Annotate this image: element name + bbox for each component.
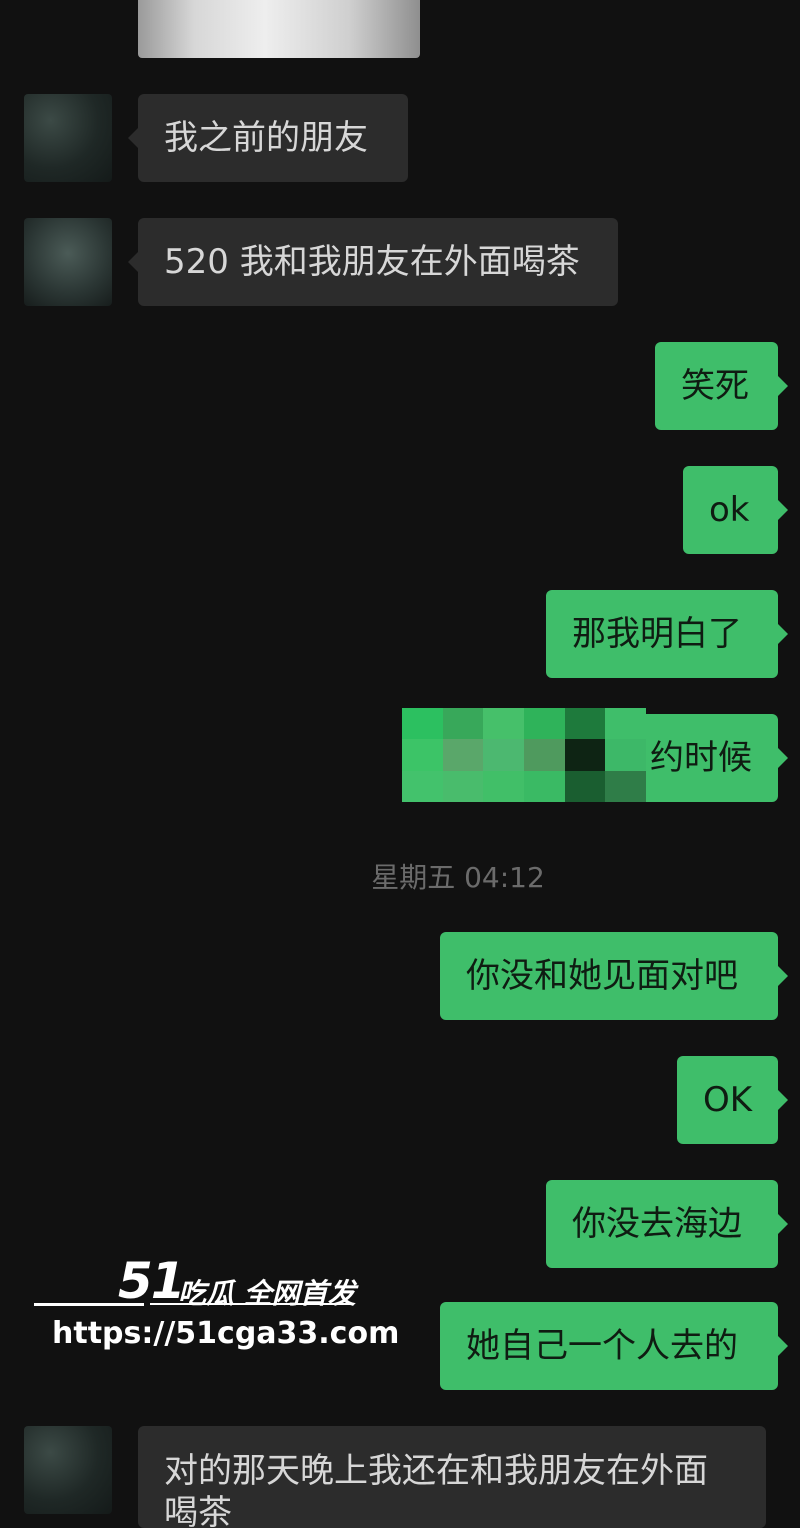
outgoing-message[interactable]: 你没和她见面对吧 (440, 932, 788, 1020)
shared-photo[interactable] (138, 0, 420, 58)
message-text: 她自己一个人去的 (466, 1326, 738, 1366)
contact-avatar[interactable] (24, 218, 112, 306)
outgoing-message[interactable]: 她自己一个人去的 (440, 1302, 788, 1390)
outgoing-message[interactable]: 笑死 (655, 342, 788, 430)
message-text: 那我明白了 (572, 614, 742, 654)
message-text: 约时候 (650, 738, 752, 778)
message-text: 笑死 (681, 366, 749, 406)
message-text: OK (703, 1080, 753, 1120)
message-text: 对的那天晚上我还在和我朋友在外面喝茶 (164, 1451, 708, 1528)
contact-avatar[interactable] (24, 94, 112, 182)
message-text: 我之前的朋友 (164, 118, 368, 158)
outgoing-message[interactable]: 你没去海边 (546, 1180, 788, 1268)
outgoing-message[interactable]: 那我明白了 (546, 590, 788, 678)
message-text: 你没和她见面对吧 (466, 956, 738, 996)
watermark-divider (34, 1303, 144, 1306)
outgoing-message[interactable]: OK (677, 1056, 788, 1144)
incoming-message[interactable]: 520 我和我朋友在外面喝茶 (128, 218, 618, 306)
watermark-tagline: 吃瓜 全网首发 (178, 1277, 356, 1310)
incoming-message[interactable]: 我之前的朋友 (128, 94, 408, 182)
message-text: ok (709, 490, 750, 530)
incoming-message[interactable]: 对的那天晚上我还在和我朋友在外面喝茶 (138, 1426, 766, 1528)
outgoing-message[interactable]: ok (683, 466, 788, 554)
message-text: 你没去海边 (572, 1204, 742, 1244)
watermark-divider (150, 1303, 350, 1305)
message-text: 520 我和我朋友在外面喝茶 (164, 242, 580, 282)
contact-avatar[interactable] (24, 1426, 112, 1514)
watermark-url: https://51cga33.com (52, 1316, 400, 1351)
watermark-logo-number: 51 (118, 1252, 186, 1310)
timestamp: 星期五 04:12 (371, 861, 545, 894)
censor-mosaic (402, 708, 646, 802)
